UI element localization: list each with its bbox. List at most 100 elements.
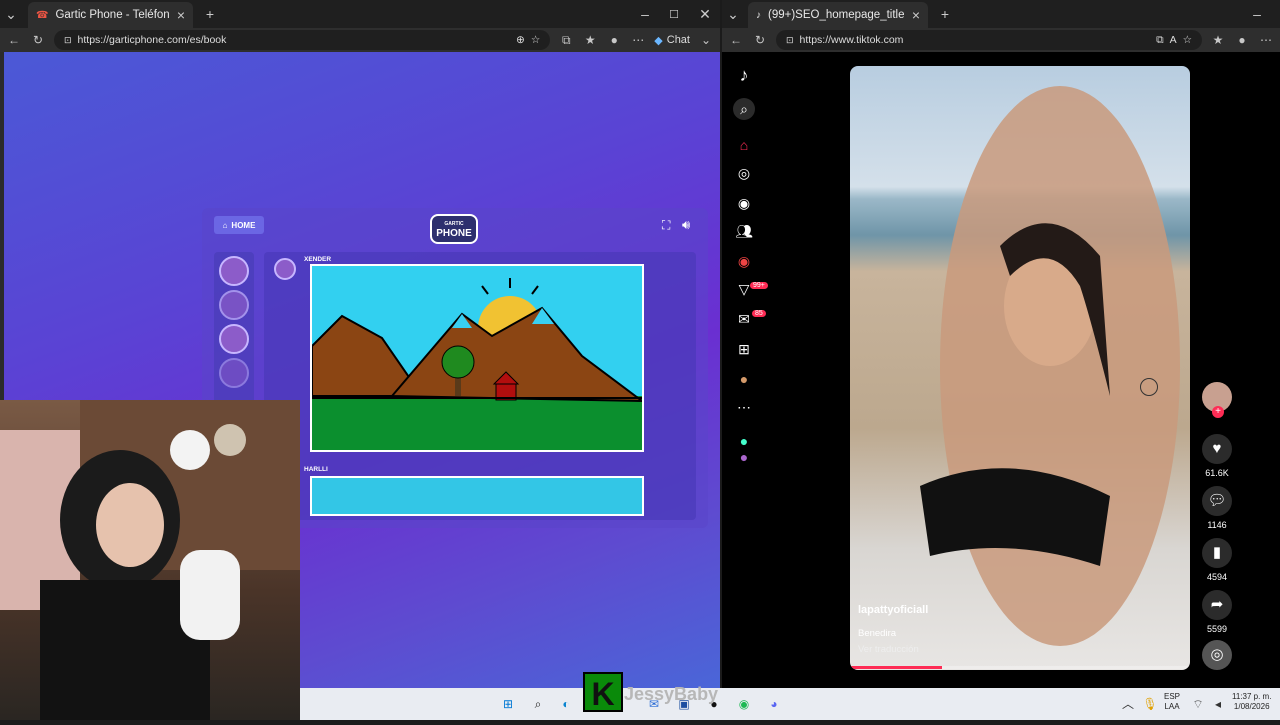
tab-menu-icon[interactable]: ⌄ <box>0 6 22 23</box>
follow-plus-icon[interactable]: + <box>1212 406 1224 418</box>
minimize-icon[interactable]: – <box>1246 6 1268 22</box>
save-button[interactable]: ▮ 4594 <box>1200 538 1234 582</box>
url-text: https://www.tiktok.com <box>799 34 904 46</box>
volume-icon[interactable]: ◂ <box>1208 694 1228 714</box>
back-icon[interactable]: ← <box>728 33 744 47</box>
tab-title: Gartic Phone - Teléfono Descomp <box>55 9 170 21</box>
favorite-star-icon[interactable]: ☆ <box>1183 34 1192 46</box>
more-icon[interactable]: ⋯ <box>733 396 755 418</box>
streamer-logo: K <box>583 672 623 712</box>
search-icon[interactable]: ⌕ <box>733 98 755 120</box>
translate-link[interactable]: Ver traducción <box>858 644 919 655</box>
like-button[interactable]: ♥ 61.6K <box>1200 434 1234 478</box>
address-bar: ← ↻ ⊡ https://www.tiktok.com ⧉ A ☆ ★ ● ⋯ <box>722 28 1280 52</box>
following-icon[interactable]: 👥︎ <box>733 220 755 242</box>
entry-username: HARLLI <box>304 466 328 473</box>
entry-username: XENDER <box>304 256 332 263</box>
gartic-phone-logo: GARTIC PHONE <box>430 214 478 244</box>
close-tab-icon[interactable]: × <box>177 7 185 23</box>
video-player[interactable]: lapattyoficiall Benedira Ver traducción <box>850 66 1190 670</box>
xender-avatar <box>274 258 296 280</box>
zoom-icon[interactable]: ⊕ <box>516 34 525 46</box>
url-field[interactable]: ⊡ https://www.tiktok.com ⧉ A ☆ <box>776 30 1202 50</box>
live-icon[interactable]: ◉ <box>733 250 755 272</box>
home-button[interactable]: ⌂ HOME <box>214 216 264 234</box>
language-indicator[interactable]: ESP LAA <box>1164 692 1180 712</box>
new-tab-icon[interactable]: + <box>934 6 956 22</box>
player-avatar[interactable] <box>219 256 249 286</box>
site-info-icon[interactable]: ⊡ <box>64 35 72 46</box>
notification-badge: 99+ <box>750 282 768 289</box>
search-icon[interactable]: ⌕ <box>528 694 548 714</box>
home-icon[interactable]: ⌂ <box>733 134 755 156</box>
logo-main-text: PHONE <box>436 228 472 239</box>
chevron-up-icon[interactable]: ︿ <box>1118 694 1138 714</box>
live-avatar-icon[interactable]: ◉ <box>733 192 755 214</box>
gartic-favicon-icon: ☎ <box>36 9 49 21</box>
upload-icon[interactable]: ⊞ <box>733 338 755 360</box>
like-count: 61.6K <box>1205 468 1229 478</box>
minimize-icon[interactable]: – <box>634 6 656 22</box>
back-icon[interactable]: ← <box>6 33 22 47</box>
comment-button[interactable]: 💬︎ 1146 <box>1200 486 1234 530</box>
profile-avatar-icon[interactable]: ● <box>1234 33 1250 47</box>
music-disc[interactable]: ◎ <box>1200 640 1234 674</box>
share-icon: ➦ <box>1202 590 1232 620</box>
video-caption: Benedira <box>858 628 897 639</box>
streamer-webcam <box>0 400 300 720</box>
landscape-drawing <box>312 278 642 450</box>
extensions-icon[interactable]: ⧉ <box>558 33 574 48</box>
new-tab-icon[interactable]: + <box>199 6 221 22</box>
language-region: LAA <box>1164 702 1180 711</box>
spotify-icon[interactable]: ◉ <box>734 694 754 714</box>
wifi-icon[interactable]: ⌔ <box>1188 694 1208 714</box>
volume-icon[interactable]: 🔊︎ <box>682 217 690 233</box>
tab-tiktok[interactable]: ♪ (99+)SEO_homepage_title × <box>748 2 928 28</box>
favorites-icon[interactable]: ★ <box>1210 33 1226 47</box>
translate-icon[interactable]: A <box>1170 34 1177 46</box>
maximize-icon[interactable]: ☐ <box>663 8 685 21</box>
messages-badge: 85 <box>752 310 766 317</box>
start-icon[interactable]: ⊞ <box>498 694 518 714</box>
comment-icon: 💬︎ <box>1202 486 1232 516</box>
url-text: https://garticphone.com/es/book <box>77 34 227 46</box>
share-button[interactable]: ➦ 5599 <box>1200 590 1234 634</box>
site-info-icon[interactable]: ⊡ <box>786 35 794 46</box>
favorite-star-icon[interactable]: ☆ <box>531 34 540 46</box>
video-username[interactable]: lapattyoficiall <box>858 604 928 616</box>
creator-avatar[interactable]: + <box>1200 382 1234 418</box>
player-avatar[interactable] <box>219 290 249 320</box>
favorites-icon[interactable]: ★ <box>582 33 598 47</box>
edge-icon[interactable]: ◐ <box>556 694 576 714</box>
more-menu-icon[interactable]: ⋯ <box>1258 33 1274 47</box>
home-icon: ⌂ <box>222 220 228 230</box>
player-avatar[interactable] <box>219 358 249 388</box>
microphone-icon[interactable]: 🎙︎ <box>1140 694 1160 714</box>
followed-account-avatar[interactable]: ● <box>733 446 755 468</box>
profile-avatar-icon[interactable]: ● <box>733 368 755 390</box>
copilot-chat-button[interactable]: ◆ Chat <box>654 34 690 47</box>
profile-avatar-icon[interactable]: ● <box>606 33 622 47</box>
save-count: 4594 <box>1206 572 1228 582</box>
tab-menu-icon[interactable]: ⌄ <box>722 6 744 23</box>
tiktok-logo-icon[interactable]: ♪ <box>733 64 755 86</box>
player-avatar[interactable] <box>219 324 249 354</box>
progress-track[interactable] <box>850 666 1190 669</box>
bookmark-icon: ▮ <box>1202 538 1232 568</box>
refresh-icon[interactable]: ↻ <box>752 33 768 47</box>
tab-title: (99+)SEO_homepage_title <box>768 9 905 21</box>
more-menu-icon[interactable]: ⋯ <box>630 33 646 47</box>
comment-count: 1146 <box>1207 520 1227 530</box>
explore-icon[interactable]: ◎ <box>733 162 755 184</box>
chevron-down-icon[interactable]: ⌄ <box>698 33 714 47</box>
tab-gartic[interactable]: ☎ Gartic Phone - Teléfono Descomp × <box>28 2 193 28</box>
url-field[interactable]: ⊡ https://garticphone.com/es/book ⊕ ☆ <box>54 30 551 50</box>
split-screen-icon[interactable]: ⧉ <box>1156 34 1164 47</box>
clock[interactable]: 11:37 p. m. 1/08/2026 <box>1232 692 1271 712</box>
close-tab-icon[interactable]: × <box>912 7 920 23</box>
close-window-icon[interactable]: ✕ <box>694 6 716 23</box>
discord-icon[interactable]: ◕ <box>764 694 784 714</box>
fullscreen-icon[interactable]: ⛶ <box>662 218 670 233</box>
streamer-name: JessyBaby <box>624 684 719 704</box>
refresh-icon[interactable]: ↻ <box>30 33 46 47</box>
